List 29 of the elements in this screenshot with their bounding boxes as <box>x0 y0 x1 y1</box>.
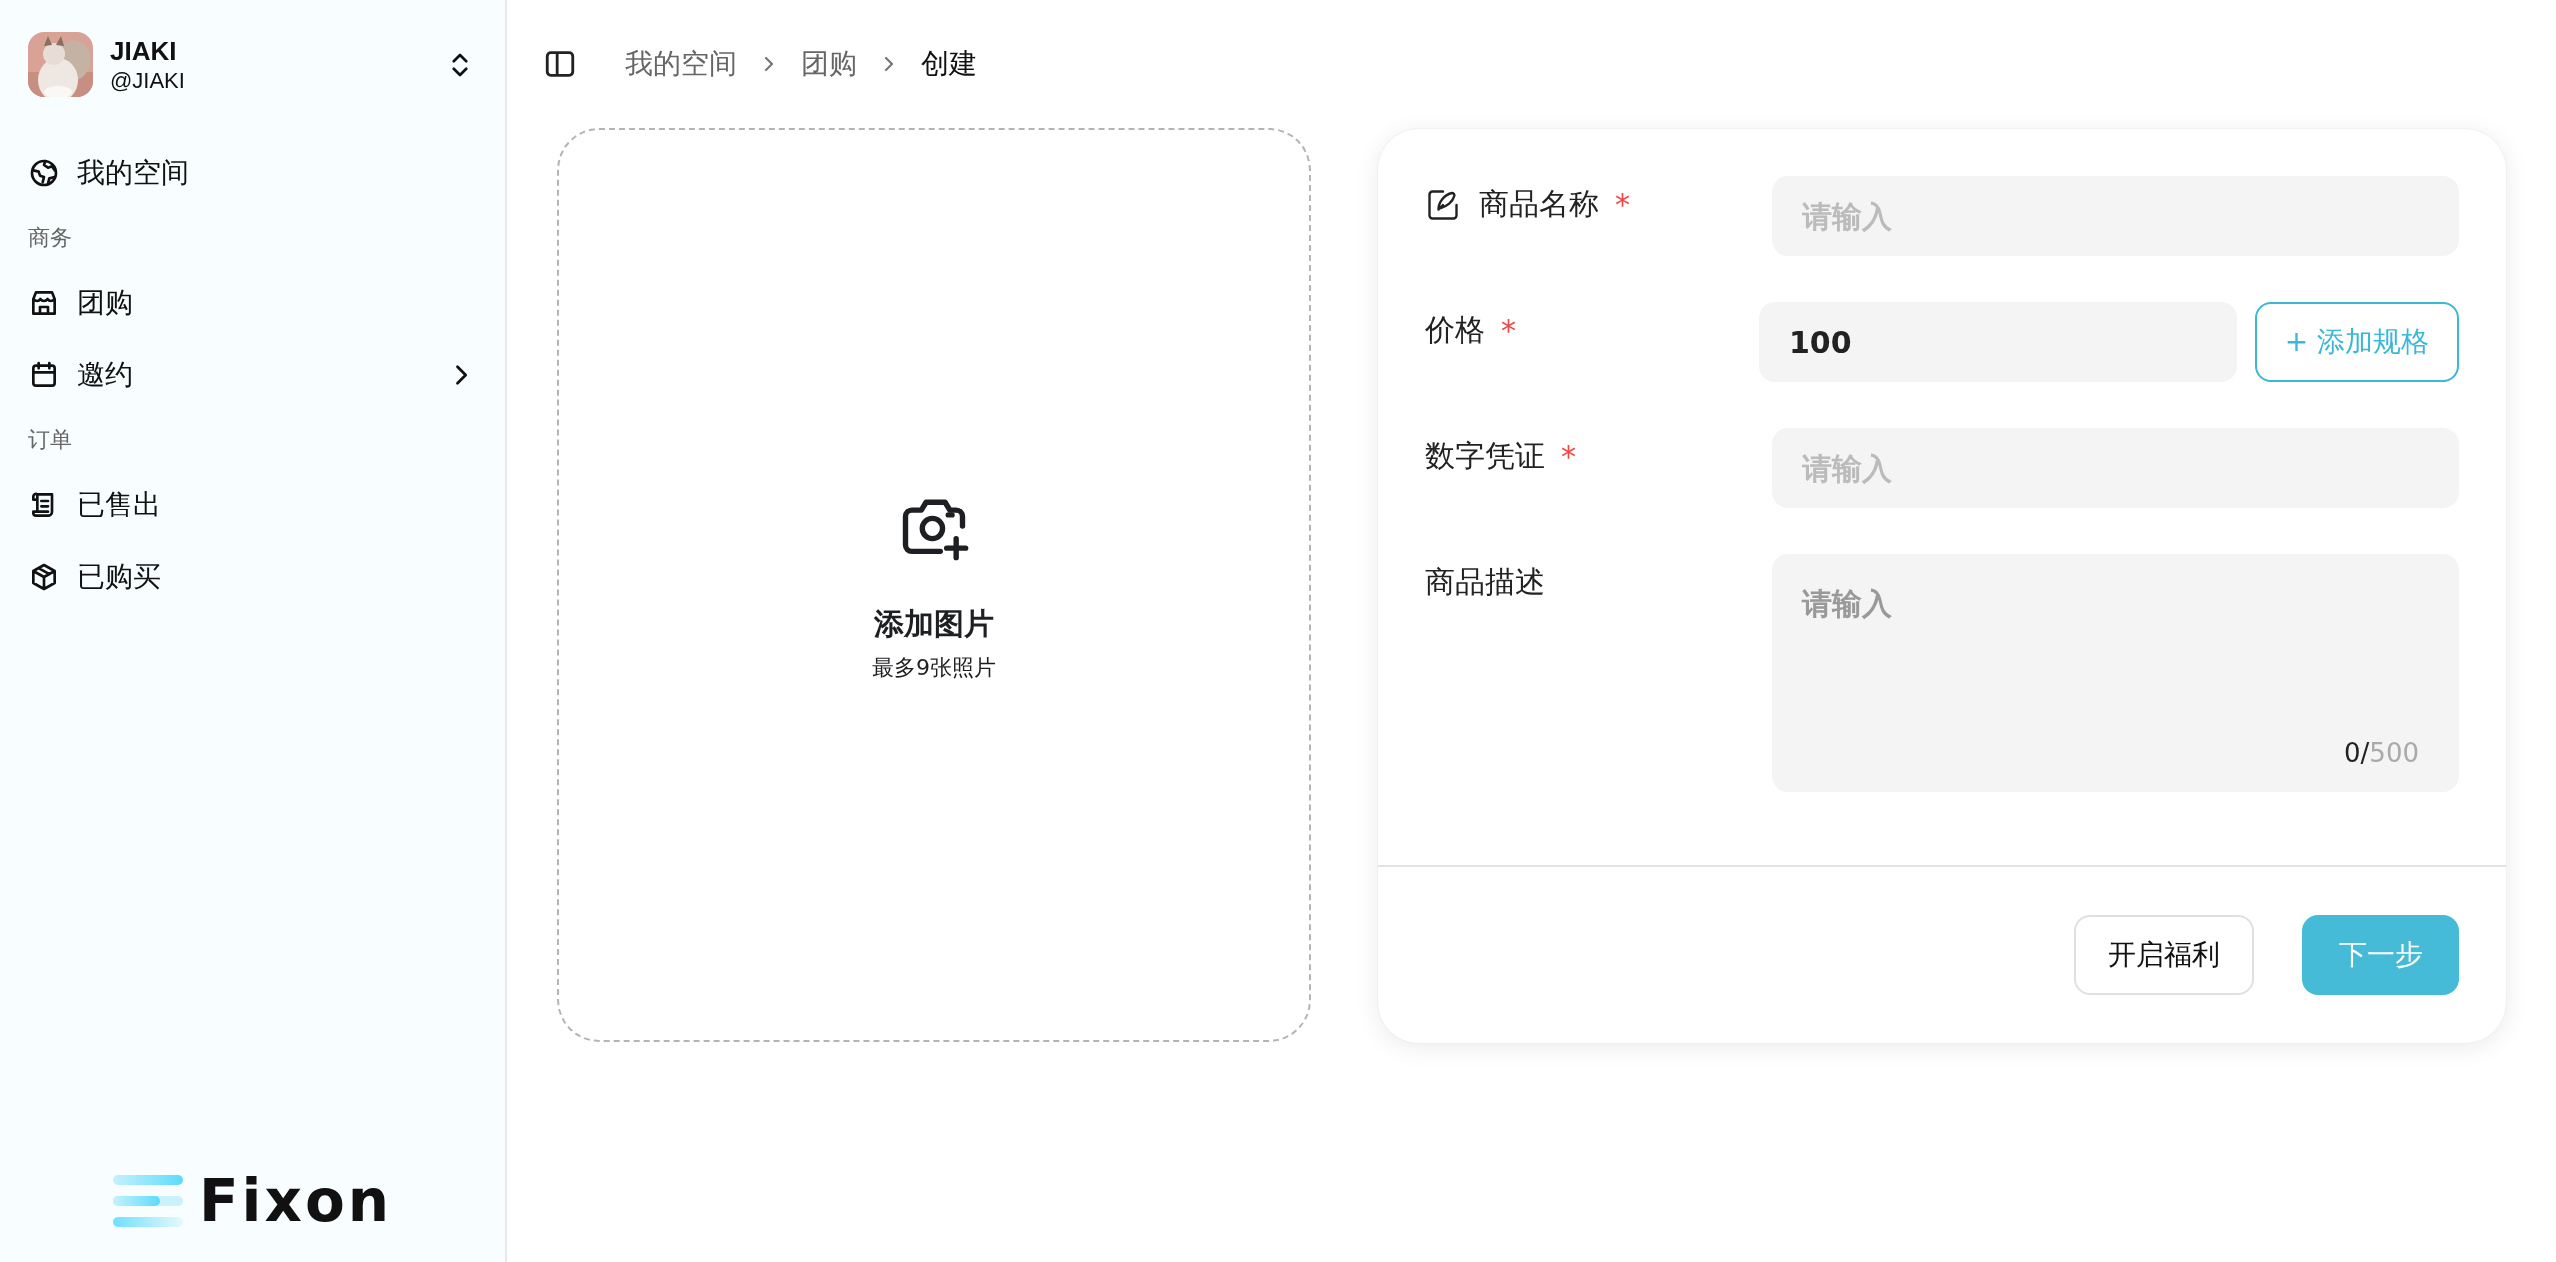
nav-item[interactable]: 已购买 <box>28 541 477 613</box>
nav-item[interactable]: 邀约 <box>28 339 477 411</box>
required-mark: * <box>1501 313 1516 348</box>
field-label: 商品名称 <box>1479 185 1599 223</box>
field-label: 价格 <box>1425 311 1485 349</box>
upload-title: 添加图片 <box>874 604 994 643</box>
breadcrumb-link[interactable]: 我的空间 <box>625 45 737 83</box>
user-handle: @JIAKI <box>110 66 186 95</box>
nav-item[interactable]: 我的空间 <box>28 137 477 209</box>
nav-item[interactable]: 团购 <box>28 267 477 339</box>
user-name: JIAKI <box>110 34 178 67</box>
upload-hint: 最多9张照片 <box>872 653 996 682</box>
globe-icon <box>28 157 60 189</box>
nav-section-label: 商务 <box>28 224 73 252</box>
price-field[interactable]: 100 <box>1759 302 2237 382</box>
image-upload-area[interactable]: 添加图片 最多9张照片 <box>557 128 1311 1042</box>
nav-section-label: 订单 <box>28 426 73 454</box>
logo-text: Fixon <box>198 1172 393 1230</box>
required-mark: * <box>1615 187 1630 222</box>
input-field[interactable]: 请输入 <box>1772 428 2459 508</box>
benefit-button[interactable]: 开启福利 <box>2074 915 2254 995</box>
breadcrumb-link[interactable]: 团购 <box>801 45 857 83</box>
field-label: 数字凭证 <box>1425 437 1545 475</box>
character-counter: 0/500 <box>2344 738 2419 768</box>
nav-item[interactable]: 已售出 <box>28 469 477 541</box>
input-field[interactable]: 请输入 <box>1772 176 2459 256</box>
field-label: 商品描述 <box>1425 563 1545 601</box>
logo-icon <box>112 1175 183 1227</box>
required-mark: * <box>1561 439 1576 474</box>
